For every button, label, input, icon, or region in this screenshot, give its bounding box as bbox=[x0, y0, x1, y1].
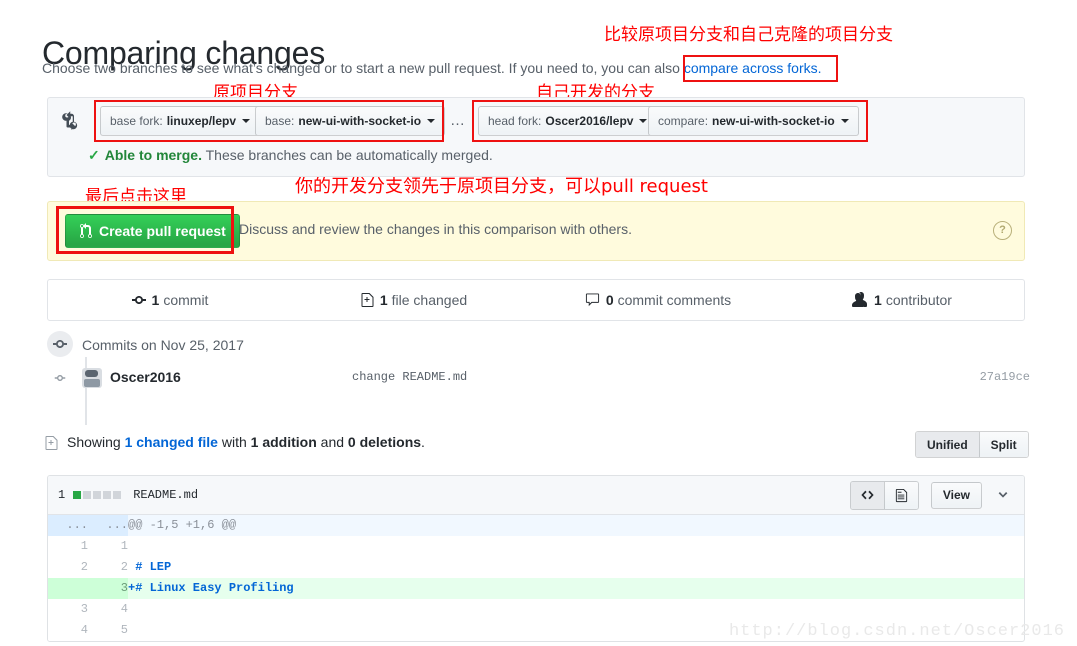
comparing-changes-page: Comparing changes Choose two branches to… bbox=[0, 0, 1077, 646]
diff-code-line: +# Linux Easy Profiling bbox=[128, 578, 1024, 599]
diff-deletions: 0 deletions bbox=[347, 434, 422, 450]
diff-view-toggle: Unified Split bbox=[915, 431, 1029, 458]
annotation-box-head-selectors bbox=[472, 100, 868, 142]
tab-split[interactable]: Split bbox=[978, 432, 1028, 457]
diff-old-lineno: 1 bbox=[48, 536, 88, 557]
watermark: http://blog.csdn.net/Oscer2016 bbox=[728, 622, 1065, 641]
file-diff-box: 1 README.md View ... ... @@ -1,5 +1,6 @@… bbox=[47, 475, 1025, 642]
stat-commit-comments[interactable]: 0 commit comments bbox=[536, 280, 780, 320]
compare-ellipsis: … bbox=[450, 112, 467, 129]
stat-files-count: 1 bbox=[379, 292, 388, 308]
diffstat-blocks bbox=[73, 491, 122, 499]
file-actions: View bbox=[849, 480, 1014, 510]
diff-old-lineno: 4 bbox=[48, 620, 88, 641]
diff-row-addition: 3 +# Linux Easy Profiling bbox=[48, 578, 1024, 599]
stat-comments-label: commit comments bbox=[617, 292, 732, 308]
diff-old-lineno bbox=[48, 578, 88, 599]
diff-new-lineno: 2 bbox=[88, 557, 128, 578]
diff-code-line bbox=[128, 536, 1024, 557]
commit-icon bbox=[131, 292, 146, 308]
diff-hunk-header: @@ -1,5 +1,6 @@ bbox=[128, 515, 1024, 536]
annotation-box-create-pr bbox=[56, 206, 234, 254]
changed-files-link[interactable]: 1 changed file bbox=[125, 434, 218, 450]
diff-old-lineno: 3 bbox=[48, 599, 88, 620]
diff-new-lineno: 1 bbox=[88, 536, 128, 557]
comment-icon bbox=[585, 292, 600, 308]
diff-old-lineno: 2 bbox=[48, 557, 88, 578]
merge-status-rest: These branches can be automatically merg… bbox=[201, 147, 493, 163]
annotation-compare-forks: 比较原项目分支和自己克隆的项目分支 bbox=[604, 25, 893, 45]
file-changes-count: 1 bbox=[58, 488, 66, 502]
stat-contributors-label: contributor bbox=[885, 292, 952, 308]
file-view-mode-group bbox=[849, 480, 919, 510]
diff-row-context: 3 4 bbox=[48, 599, 1024, 620]
diff-new-lineno: ... bbox=[88, 515, 128, 536]
check-icon: ✓ bbox=[88, 147, 100, 163]
diff-summary: Showing 1 changed file with 1 addition a… bbox=[67, 434, 425, 450]
commits-group-label: Commits on Nov 25, 2017 bbox=[82, 337, 244, 353]
file-icon[interactable] bbox=[883, 481, 918, 509]
commit-message[interactable]: change README.md bbox=[352, 370, 467, 384]
help-icon[interactable]: ? bbox=[993, 221, 1012, 240]
diffstat-block-neutral bbox=[93, 491, 102, 499]
diff-showing-text: Showing bbox=[67, 434, 125, 450]
people-icon bbox=[852, 292, 868, 308]
file-diff-icon bbox=[45, 435, 58, 454]
commit-author[interactable]: Oscer2016 bbox=[110, 369, 181, 385]
git-commit-group-icon bbox=[47, 331, 73, 357]
diff-old-lineno: ... bbox=[48, 515, 88, 536]
diff-additions: 1 addition bbox=[250, 434, 317, 450]
diff-code-text: +# Linux Easy Profiling bbox=[128, 581, 294, 595]
diff-code-line: # LEP bbox=[128, 557, 1024, 578]
file-name[interactable]: README.md bbox=[133, 488, 198, 502]
diff-row-context: 2 2 # LEP bbox=[48, 557, 1024, 578]
diff-new-lineno: 5 bbox=[88, 620, 128, 641]
tab-unified[interactable]: Unified bbox=[916, 432, 979, 457]
create-pull-request-description: Discuss and review the changes in this c… bbox=[239, 221, 632, 237]
merge-status: ✓ Able to merge. These branches can be au… bbox=[88, 147, 493, 164]
diff-and-text: and bbox=[316, 434, 348, 450]
diff-code-line bbox=[128, 599, 1024, 620]
stat-files-label: file changed bbox=[391, 292, 468, 308]
comparison-stats-bar: 1 commit 1 file changed 0 commit comment… bbox=[47, 279, 1025, 321]
git-compare-icon bbox=[59, 110, 79, 130]
file-diff-icon bbox=[361, 292, 374, 308]
diff-period: . bbox=[421, 434, 425, 450]
diff-code-text: # LEP bbox=[128, 560, 172, 574]
diffstat-block-neutral bbox=[103, 491, 112, 499]
merge-status-bold: Able to merge. bbox=[104, 147, 202, 163]
stat-contributors-count: 1 bbox=[874, 292, 882, 308]
diff-with-text: with bbox=[217, 434, 251, 450]
commit-sha[interactable]: 27a19ce bbox=[980, 370, 1030, 384]
stat-commits[interactable]: 1 commit bbox=[48, 280, 292, 320]
chevron-down-icon[interactable] bbox=[992, 483, 1014, 507]
annotation-box-base-selectors bbox=[94, 100, 444, 142]
view-file-button[interactable]: View bbox=[930, 481, 982, 509]
stat-files-changed[interactable]: 1 file changed bbox=[292, 280, 536, 320]
diff-new-lineno: 3 bbox=[88, 578, 128, 599]
code-icon[interactable] bbox=[850, 481, 884, 509]
stat-contributors[interactable]: 1 contributor bbox=[780, 280, 1024, 320]
stat-commits-label: commit bbox=[163, 292, 209, 308]
diffstat-block-neutral bbox=[113, 491, 122, 499]
diffstat-block-add bbox=[73, 491, 82, 499]
file-diff-header: 1 README.md View bbox=[48, 476, 1024, 515]
stat-comments-count: 0 bbox=[605, 292, 614, 308]
diffstat-block-neutral bbox=[83, 491, 92, 499]
subtitle-text-before: Choose two branches to see what’s change… bbox=[42, 60, 684, 76]
diff-new-lineno: 4 bbox=[88, 599, 128, 620]
annotation-box-compare-across-forks bbox=[683, 55, 838, 82]
commit-node-icon bbox=[54, 371, 66, 383]
stat-commits-count: 1 bbox=[151, 292, 160, 308]
diff-row-context: 1 1 bbox=[48, 536, 1024, 557]
avatar[interactable] bbox=[82, 368, 102, 388]
diff-row-hunk: ... ... @@ -1,5 +1,6 @@ bbox=[48, 515, 1024, 536]
